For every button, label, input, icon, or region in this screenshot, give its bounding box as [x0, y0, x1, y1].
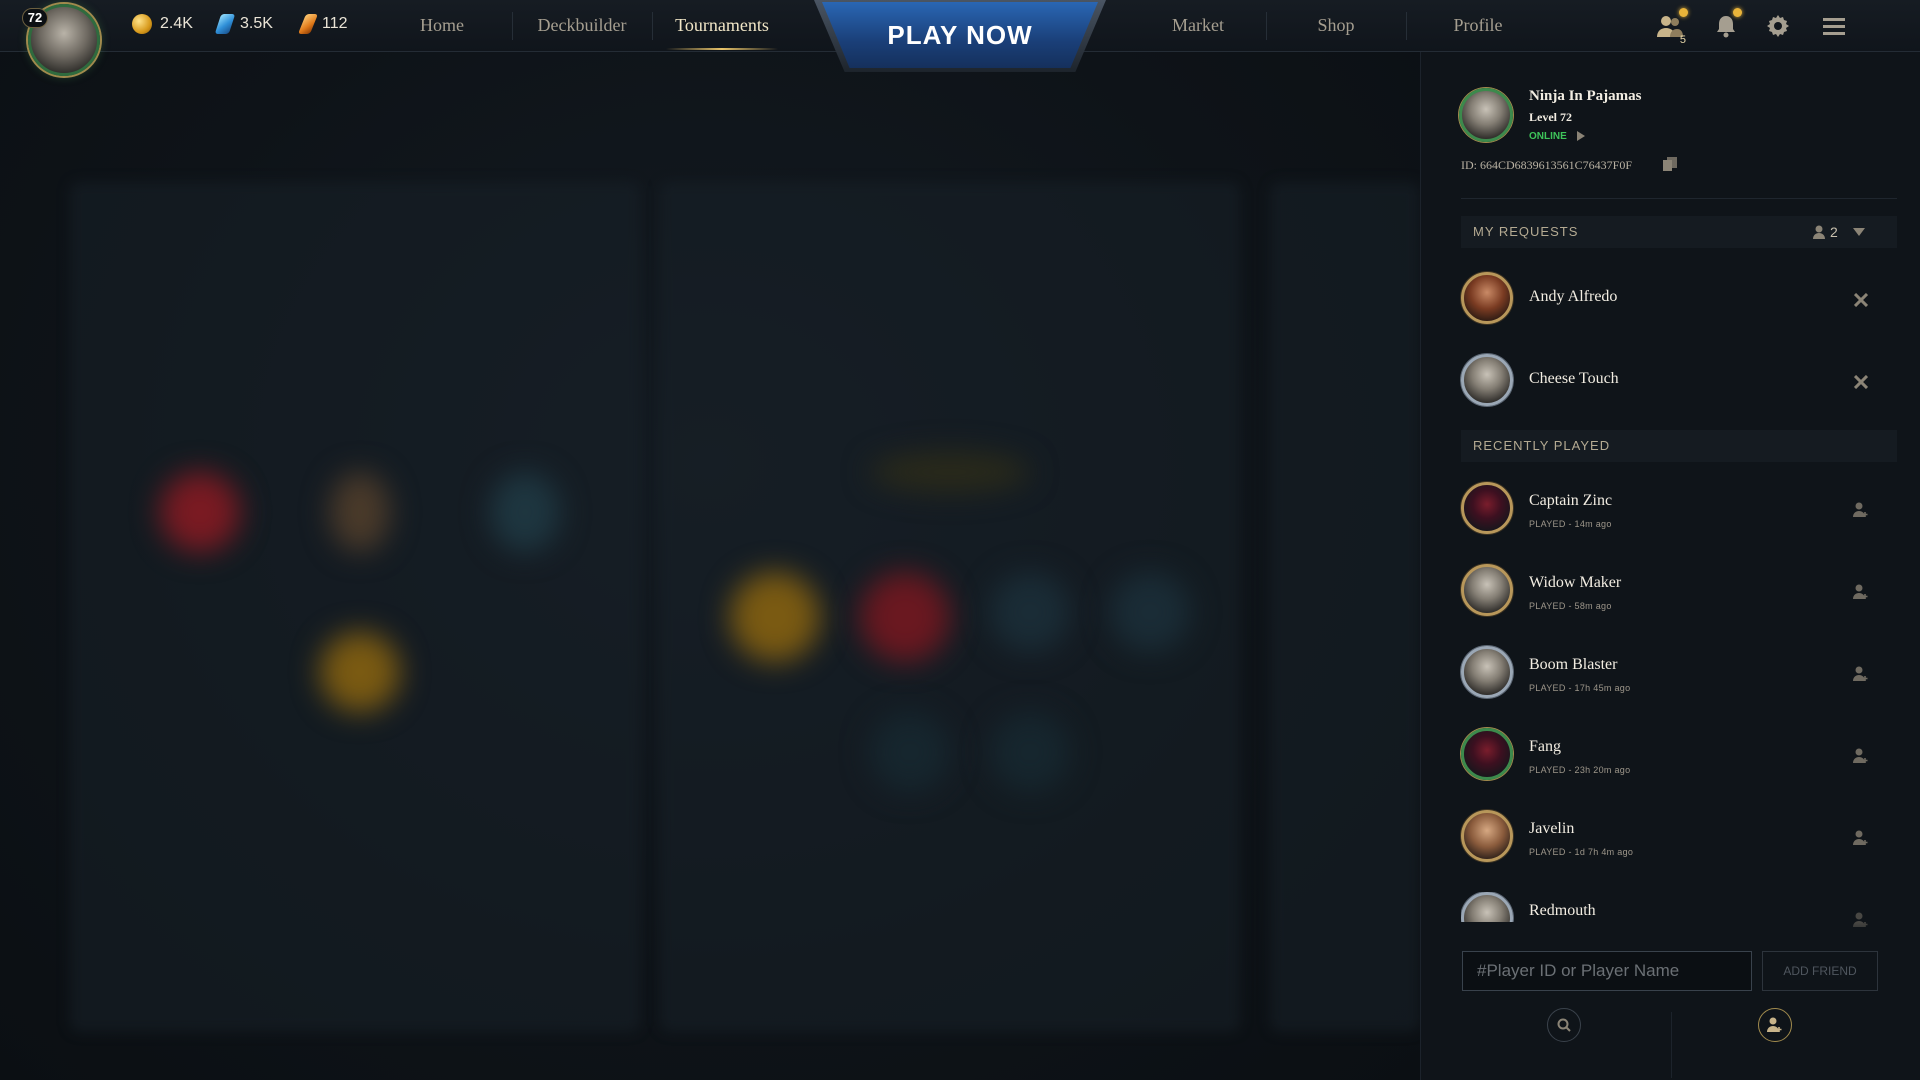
play-now-button[interactable]: PLAY NOW [822, 2, 1098, 68]
friends-panel: Ninja In Pajamas Level 72 ONLINE ID: 664… [1420, 52, 1920, 1080]
gem-currency: 3.5K [214, 14, 273, 34]
search-icon [1557, 1018, 1571, 1032]
add-friend-icon[interactable] [1851, 582, 1871, 602]
add-friend-button[interactable]: ADD FRIEND [1762, 951, 1878, 991]
copy-icon[interactable] [1663, 157, 1677, 171]
recent-name: Boom Blaster [1529, 656, 1618, 673]
recent-name: Fang [1529, 738, 1561, 755]
add-friend-icon[interactable] [1851, 664, 1871, 684]
list-fade [1421, 922, 1920, 942]
blurred-tournament-backdrop [0, 52, 1420, 1080]
search-button[interactable] [1547, 1008, 1581, 1042]
close-icon[interactable] [1851, 372, 1871, 392]
recent-played-time: PLAYED - 14m ago [1529, 519, 1612, 529]
bell-notification-dot [1733, 8, 1742, 17]
add-friend-icon [1767, 1017, 1782, 1032]
shard-amount: 112 [322, 15, 348, 32]
profile-name: Ninja In Pajamas [1529, 88, 1642, 104]
shard-icon [297, 14, 319, 34]
nav-divider [512, 12, 513, 40]
person-icon [1813, 225, 1825, 239]
status-dropdown-icon[interactable] [1577, 131, 1585, 141]
add-friend-icon[interactable] [1851, 828, 1871, 848]
gem-icon [214, 14, 236, 34]
nav-deckbuilder[interactable]: Deckbuilder [524, 0, 640, 52]
player-search-input[interactable] [1462, 951, 1752, 991]
nav-shop[interactable]: Shop [1290, 0, 1382, 52]
recent-avatar[interactable] [1461, 646, 1513, 698]
request-avatar[interactable] [1461, 272, 1513, 324]
profile-avatar[interactable] [1459, 88, 1513, 142]
player-id: ID: 664CD6839613561C76437F0F [1461, 158, 1633, 172]
recent-avatar[interactable] [1461, 810, 1513, 862]
recent-avatar[interactable] [1461, 728, 1513, 780]
divider [1671, 1012, 1672, 1078]
nav-divider [652, 12, 653, 40]
nav-tournaments[interactable]: Tournaments [656, 0, 788, 52]
gold-amount: 2.4K [160, 15, 193, 32]
request-avatar[interactable] [1461, 354, 1513, 406]
recent-played-time: PLAYED - 23h 20m ago [1529, 765, 1631, 775]
shard-currency: 112 [297, 14, 348, 34]
gold-currency: 2.4K [132, 14, 193, 34]
nav-market[interactable]: Market [1150, 0, 1246, 52]
add-friend-icon[interactable] [1851, 500, 1871, 520]
recent-name: Widow Maker [1529, 574, 1622, 591]
my-requests-title: MY REQUESTS [1473, 224, 1579, 239]
recent-avatar[interactable] [1461, 892, 1513, 922]
request-name: Andy Alfredo [1529, 288, 1618, 305]
recent-played-time: PLAYED - 58m ago [1529, 601, 1612, 611]
add-friend-tab-button[interactable] [1758, 1008, 1792, 1042]
recent-avatar[interactable] [1461, 482, 1513, 534]
gear-icon[interactable] [1764, 12, 1792, 40]
recent-name: Javelin [1529, 820, 1575, 837]
nav-divider [1266, 12, 1267, 40]
recent-played-time: PLAYED - 1d 7h 4m ago [1529, 847, 1634, 857]
nav-home[interactable]: Home [398, 0, 486, 52]
close-icon[interactable] [1851, 290, 1871, 310]
recent-name: Captain Zinc [1529, 492, 1613, 509]
recent-avatar[interactable] [1461, 564, 1513, 616]
friends-count: 5 [1679, 34, 1686, 46]
recent-name: Redmouth [1529, 902, 1596, 919]
profile-level: Level 72 [1529, 110, 1572, 124]
menu-icon[interactable] [1820, 12, 1848, 40]
requests-count: 2 [1830, 224, 1838, 240]
recently-played-header: RECENTLY PLAYED [1461, 430, 1897, 462]
nav-divider [1406, 12, 1407, 40]
add-friend-icon[interactable] [1851, 746, 1871, 766]
chevron-down-icon[interactable] [1853, 228, 1865, 236]
recent-played-time: PLAYED - 17h 45m ago [1529, 683, 1631, 693]
nav-profile[interactable]: Profile [1428, 0, 1528, 52]
bell-icon[interactable] [1712, 8, 1742, 40]
player-level-badge: 72 [22, 8, 48, 28]
divider [1461, 198, 1897, 199]
gem-amount: 3.5K [240, 15, 273, 32]
recent-avatar-clip [1461, 892, 1517, 922]
friends-notification-dot [1679, 8, 1688, 17]
recently-played-title: RECENTLY PLAYED [1473, 438, 1611, 453]
friends-icon[interactable]: 5 [1656, 8, 1688, 46]
status-label: ONLINE [1529, 131, 1567, 142]
request-name: Cheese Touch [1529, 370, 1619, 387]
gold-coin-icon [132, 14, 152, 34]
